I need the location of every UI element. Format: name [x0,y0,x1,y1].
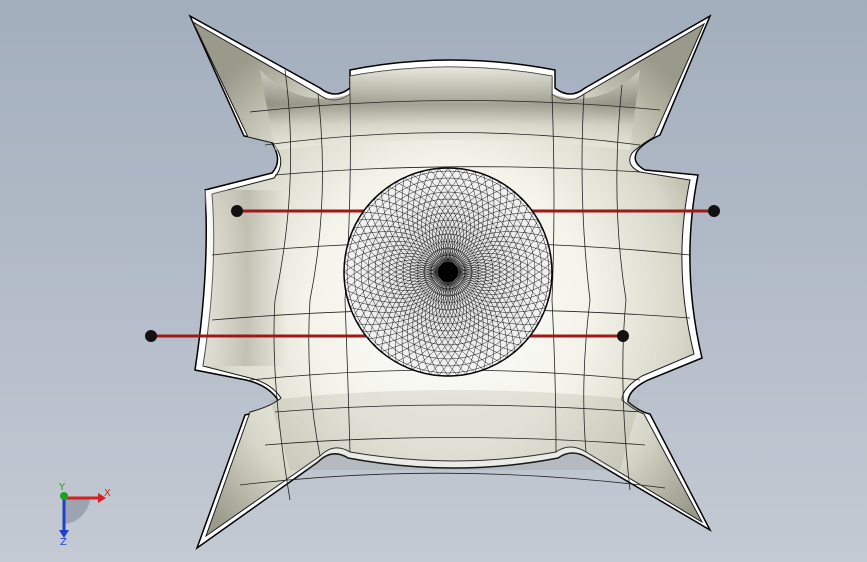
y-axis-label: Y [58,482,66,493]
endpoint-upper-right [708,205,720,217]
x-axis-label: X [104,488,111,499]
sphere-pole [438,262,458,282]
endpoint-upper-left [231,205,243,217]
y-axis-dot [60,492,68,500]
orientation-triad: X Y Z [58,482,111,545]
endpoint-lower-right [617,330,629,342]
triad-plane [64,498,90,524]
mesh-sphere[interactable] [343,167,553,377]
z-axis-label: Z [60,537,67,545]
graphics-viewport[interactable]: X Y Z [0,0,867,562]
endpoint-lower-left [145,330,157,342]
model-scene[interactable] [0,0,867,562]
left-fold-band [203,190,290,366]
